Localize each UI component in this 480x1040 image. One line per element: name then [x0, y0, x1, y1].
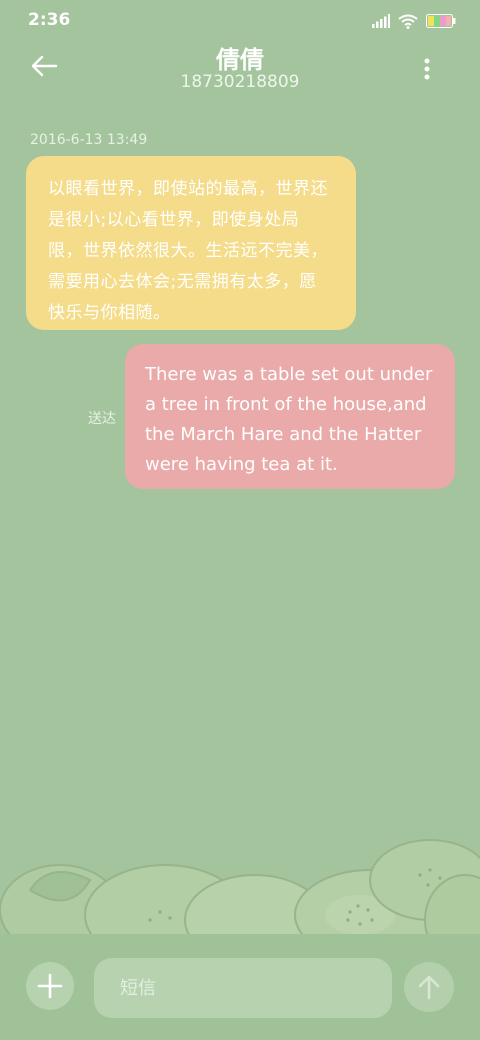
- message-timestamp: 2016-6-13 13:49: [30, 132, 148, 148]
- more-vertical-icon: [424, 58, 430, 80]
- send-button[interactable]: [404, 962, 454, 1012]
- message-input-container: [94, 958, 392, 1018]
- wifi-icon: [398, 14, 418, 29]
- status-bar: 2:36: [0, 0, 480, 40]
- message-input[interactable]: [118, 976, 368, 1000]
- arrow-up-icon: [418, 975, 440, 1000]
- contact-number: 18730218809: [180, 72, 300, 92]
- contact-name: 倩倩: [216, 46, 264, 74]
- message-input-bar: [0, 934, 480, 1040]
- battery-icon: [426, 14, 456, 28]
- incoming-message-bubble[interactable]: 以眼看世界，即使站的最高，世界还是很小;以心看世界，即使身处局限，世界依然很大。…: [26, 156, 356, 330]
- delivered-status: 送达: [88, 411, 116, 427]
- conversation-header: 倩倩 18730218809: [0, 40, 480, 104]
- status-icons: [372, 12, 456, 30]
- signal-icon: [372, 14, 390, 28]
- add-attachment-button[interactable]: [26, 962, 74, 1010]
- plus-icon: [37, 973, 63, 999]
- more-options-button[interactable]: [424, 58, 444, 84]
- outgoing-message-bubble[interactable]: There was a table set out under a tree i…: [125, 344, 455, 489]
- kiwi-background-illustration: [0, 839, 480, 940]
- status-time: 2:36: [28, 10, 71, 30]
